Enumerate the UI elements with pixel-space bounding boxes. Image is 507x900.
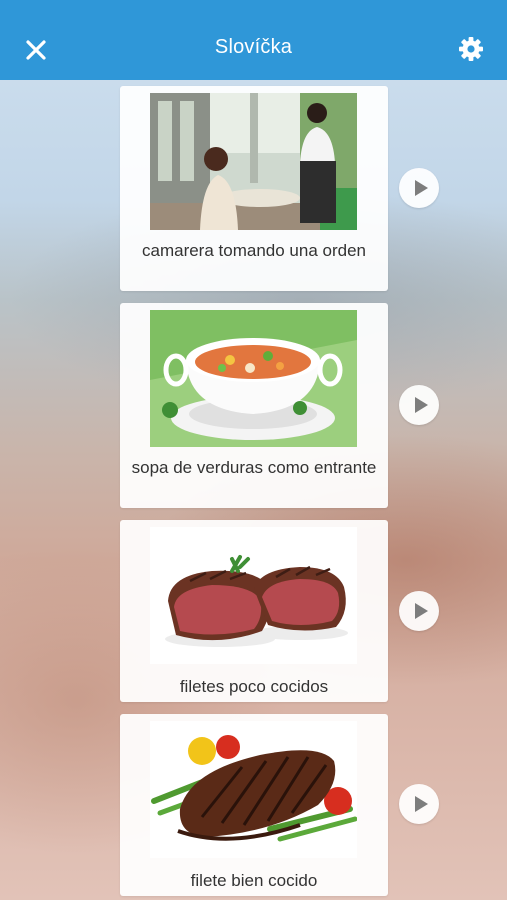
vocab-caption: filetes poco cocidos: [179, 677, 329, 696]
vegetable-soup-photo: [150, 310, 357, 447]
vocab-card[interactable]: camarera tomando una orden: [120, 86, 388, 291]
play-audio-button[interactable]: [399, 385, 439, 425]
gear-icon: [459, 37, 483, 61]
rare-steaks-photo: [150, 527, 357, 664]
top-bar: Slovíčka: [0, 0, 507, 80]
play-icon: [414, 796, 428, 812]
settings-button[interactable]: [455, 33, 487, 65]
well-done-steak-photo: [150, 721, 357, 858]
vocab-card[interactable]: filetes poco cocidos: [120, 520, 388, 702]
play-audio-button[interactable]: [399, 168, 439, 208]
vocab-card[interactable]: sopa de verduras como entrante: [120, 303, 388, 508]
play-icon: [414, 603, 428, 619]
vocab-caption: camarera tomando una orden: [142, 241, 366, 260]
page-title: Slovíčka: [214, 36, 293, 58]
play-audio-button[interactable]: [399, 784, 439, 824]
vocab-caption: filete bien cocido: [190, 871, 318, 890]
vocab-card[interactable]: filete bien cocido: [120, 714, 388, 896]
play-icon: [414, 397, 428, 413]
vocab-caption: sopa de verduras como entrante: [131, 458, 377, 477]
play-icon: [414, 180, 428, 196]
waitress-taking-order-photo: [150, 93, 357, 230]
play-audio-button[interactable]: [399, 591, 439, 631]
